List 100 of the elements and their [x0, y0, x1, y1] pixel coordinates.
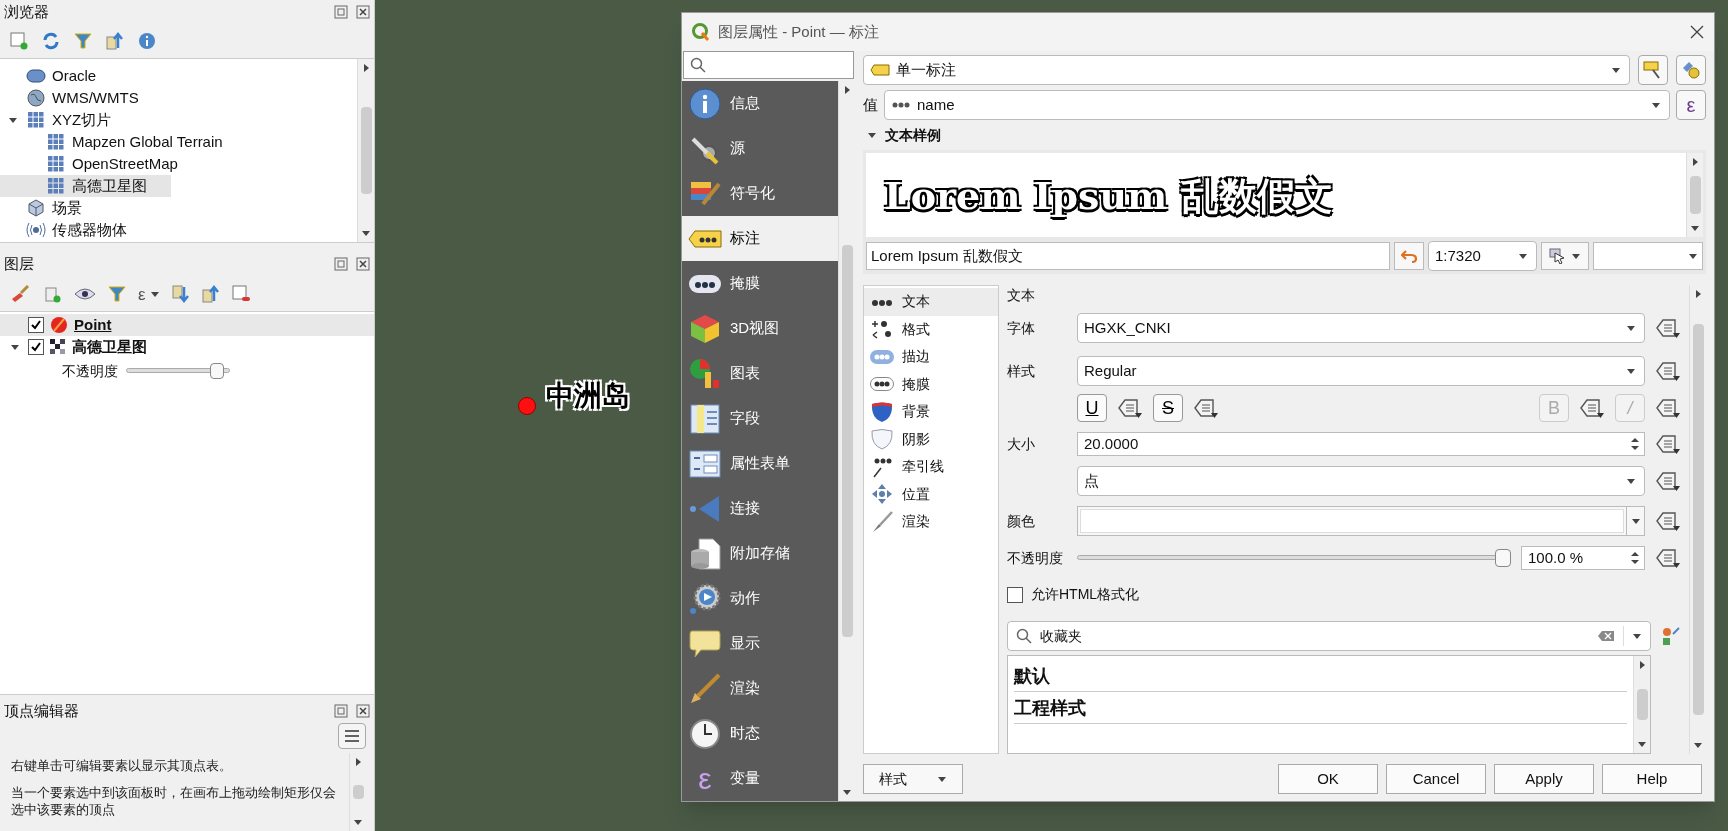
reset-button[interactable]	[1394, 242, 1424, 270]
map-scale-button[interactable]	[1541, 242, 1589, 270]
data-defined-icon[interactable]	[1117, 397, 1143, 419]
subtab-item[interactable]: 牵引线	[864, 453, 998, 481]
nav-item[interactable]: 信息	[682, 81, 838, 126]
unit-dropdown[interactable]: 点	[1077, 466, 1645, 496]
tree-item[interactable]: Mapzen Global Terrain	[0, 131, 247, 153]
opacity-spinbox[interactable]: 100.0 %	[1521, 546, 1645, 570]
info-icon[interactable]	[138, 32, 156, 50]
filter-icon[interactable]	[74, 32, 92, 50]
close-icon[interactable]	[1690, 25, 1704, 39]
slider-thumb[interactable]	[209, 363, 224, 379]
subtab-item[interactable]: 文本	[864, 288, 998, 316]
scrollbar-thumb[interactable]	[841, 245, 853, 637]
style-dropdown[interactable]: Regular	[1077, 356, 1645, 386]
background-color-dropdown[interactable]	[1593, 242, 1703, 270]
tree-item[interactable]: Oracle	[0, 65, 121, 87]
tree-item[interactable]: 高德卫星图	[0, 175, 171, 197]
close-icon[interactable]	[356, 5, 370, 19]
nav-item[interactable]: 连接	[682, 486, 838, 531]
checkbox[interactable]	[1007, 586, 1023, 603]
remove-layer-icon[interactable]	[231, 285, 250, 303]
scrollbar-thumb[interactable]	[1636, 688, 1648, 721]
nav-item[interactable]: 显示	[682, 621, 838, 666]
data-defined-icon[interactable]	[1655, 510, 1681, 532]
clear-icon[interactable]	[1597, 630, 1615, 642]
layer-row[interactable]: Point	[0, 314, 374, 336]
tree-item[interactable]: WMS/WMTS	[0, 87, 163, 109]
checkbox[interactable]	[28, 339, 44, 355]
scrollbar-thumb[interactable]	[352, 785, 364, 799]
sample-text-input[interactable]: Lorem Ipsum 乱数假文	[866, 242, 1390, 270]
subtab-item[interactable]: 掩膜	[864, 370, 998, 398]
subtab-item[interactable]: 位置	[864, 480, 998, 508]
opacity-slider[interactable]	[126, 363, 230, 379]
tree-item[interactable]: OpenStreetMap	[0, 153, 202, 175]
ok-button[interactable]: OK	[1278, 764, 1378, 794]
refresh-icon[interactable]	[42, 32, 60, 50]
labeling-mode-dropdown[interactable]: 单一标注	[863, 55, 1630, 85]
nav-item[interactable]: 字段	[682, 396, 838, 441]
scrollbar-thumb[interactable]	[1689, 176, 1701, 214]
search-field[interactable]	[683, 51, 854, 79]
expression-filter-button[interactable]: ε	[138, 285, 160, 303]
nav-item[interactable]: 图表	[682, 351, 838, 396]
float-icon[interactable]	[334, 704, 348, 718]
scrollbar-thumb[interactable]	[1692, 323, 1704, 716]
style-search-field[interactable]: 收藏夹	[1007, 621, 1651, 651]
satellite-map-placeholder[interactable]	[375, 0, 1728, 831]
size-spinbox[interactable]: 20.0000	[1077, 432, 1645, 456]
collapse-all-icon[interactable]	[201, 285, 220, 303]
data-defined-icon[interactable]	[1655, 433, 1681, 455]
menu-button[interactable]	[338, 723, 366, 749]
data-defined-icon[interactable]	[1655, 397, 1681, 419]
add-group-icon[interactable]	[42, 285, 62, 303]
nav-item[interactable]: 属性表单	[682, 441, 838, 486]
expression-button[interactable]: ε	[1676, 90, 1706, 120]
value-field-dropdown[interactable]: name	[884, 90, 1670, 120]
subtab-item[interactable]: 描边	[864, 343, 998, 371]
data-defined-icon[interactable]	[1655, 317, 1681, 339]
tree-item[interactable]: 场景	[0, 197, 106, 219]
new-layer-icon[interactable]	[10, 32, 28, 50]
data-defined-icon[interactable]	[1579, 397, 1605, 419]
filter-icon[interactable]	[108, 285, 126, 303]
float-icon[interactable]	[334, 257, 348, 271]
color-swatch[interactable]	[1080, 509, 1624, 533]
apply-button[interactable]: Apply	[1494, 764, 1594, 794]
subtab-item[interactable]: 格式	[864, 315, 998, 343]
scale-dropdown[interactable]: 1:7320	[1428, 241, 1537, 271]
nav-item[interactable]: 标注	[682, 216, 838, 261]
data-defined-icon[interactable]	[1655, 360, 1681, 382]
nav-item[interactable]: ε 变量	[682, 756, 838, 801]
font-dropdown[interactable]: HGXK_CNKI	[1077, 313, 1645, 343]
help-button[interactable]: Help	[1602, 764, 1702, 794]
nav-item[interactable]: 附加存储	[682, 531, 838, 576]
close-icon[interactable]	[356, 257, 370, 271]
nav-item[interactable]: 渲染	[682, 666, 838, 711]
layer-row[interactable]: 高德卫星图	[0, 336, 374, 358]
scrollbar-thumb[interactable]	[360, 106, 372, 195]
data-defined-icon[interactable]	[1655, 547, 1681, 569]
close-icon[interactable]	[356, 704, 370, 718]
slider-thumb[interactable]	[1495, 549, 1511, 567]
brush-icon[interactable]	[10, 285, 30, 303]
style-menu-button[interactable]: 样式	[863, 764, 963, 794]
text-style-button[interactable]: U	[1077, 394, 1107, 422]
nav-item[interactable]: 3D视图	[682, 306, 838, 351]
expand-all-icon[interactable]	[171, 285, 190, 303]
style-manager-icon[interactable]	[1661, 626, 1681, 646]
nav-item[interactable]: 源	[682, 126, 838, 171]
checkbox[interactable]	[28, 317, 44, 333]
subtab-item[interactable]: 阴影	[864, 425, 998, 453]
nav-item[interactable]: 符号化	[682, 171, 838, 216]
nav-item[interactable]: 时态	[682, 711, 838, 756]
subtab-item[interactable]: 渲染	[864, 508, 998, 536]
float-icon[interactable]	[334, 5, 348, 19]
subtab-item[interactable]: 背景	[864, 398, 998, 426]
collapse-icon[interactable]	[106, 32, 124, 50]
data-defined-icon[interactable]	[1655, 470, 1681, 492]
data-defined-icon[interactable]	[1193, 397, 1219, 419]
tree-item[interactable]: XYZ切片	[0, 109, 136, 131]
opacity-slider[interactable]	[1077, 549, 1511, 567]
text-style-button[interactable]: S	[1153, 394, 1183, 422]
